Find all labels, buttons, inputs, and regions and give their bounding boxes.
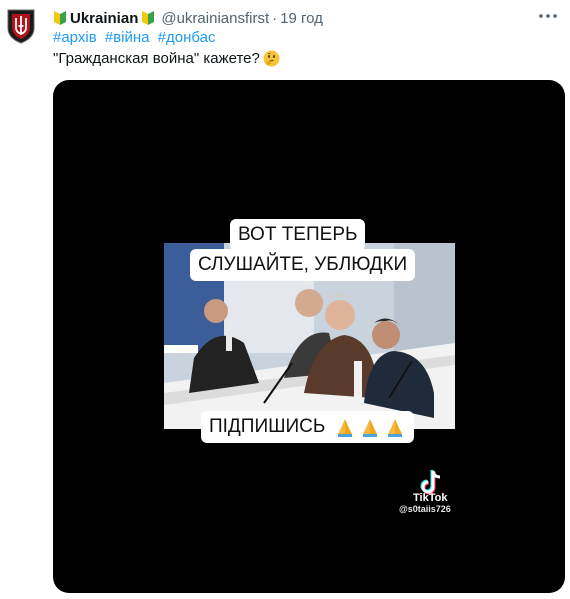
video-caption-line1: ВОТ ТЕПЕРЬ	[230, 219, 366, 251]
tweet-card[interactable]: Ukrainian @ukrainiansfirst · 19 год #арх…	[0, 0, 570, 599]
folded-hands-emoji	[338, 419, 353, 437]
video-caption-bottom-box: ПІДПИШИСЬ	[201, 411, 415, 443]
more-dots-icon	[539, 14, 557, 18]
hashtag-link[interactable]: #донбас	[158, 29, 216, 46]
video-caption-bottom: ПІДПИШИСЬ	[209, 416, 326, 437]
user-handle[interactable]: @ukrainiansfirst	[161, 10, 269, 27]
more-options-button[interactable]	[534, 6, 562, 26]
folded-hands-emoji	[388, 419, 403, 437]
tweet-text-row: "Гражданская война" кажете?	[53, 50, 280, 67]
thinking-face-emoji	[263, 50, 280, 67]
tiktok-watermark-brand: TikTok	[413, 492, 448, 504]
video-player[interactable]: ВОТ ТЕПЕРЬ СЛУШАЙТЕ, УБЛЮДКИ ПІДПИШИСЬ T…	[53, 80, 565, 593]
beginner-badge-icon	[54, 11, 66, 25]
display-name[interactable]: Ukrainian	[70, 10, 138, 27]
folded-hands-emoji	[363, 419, 378, 437]
tiktok-watermark-user: @s0taiis726	[399, 504, 451, 514]
hashtag-link[interactable]: #архів	[53, 29, 97, 46]
video-caption-line2: СЛУШАЙТЕ, УБЛЮДКИ	[190, 249, 416, 281]
timestamp[interactable]: 19 год	[280, 10, 323, 27]
hashtag-list: #архів #війна #донбас	[53, 29, 219, 46]
beginner-badge-icon	[142, 11, 155, 25]
trident-shield-icon	[7, 9, 35, 44]
hashtag-link[interactable]: #війна	[105, 29, 150, 46]
separator-dot: ·	[272, 9, 278, 27]
tweet-text: "Гражданская война" кажете?	[53, 50, 260, 67]
tweet-header: Ukrainian @ukrainiansfirst · 19 год	[53, 8, 530, 28]
avatar[interactable]	[6, 8, 36, 44]
